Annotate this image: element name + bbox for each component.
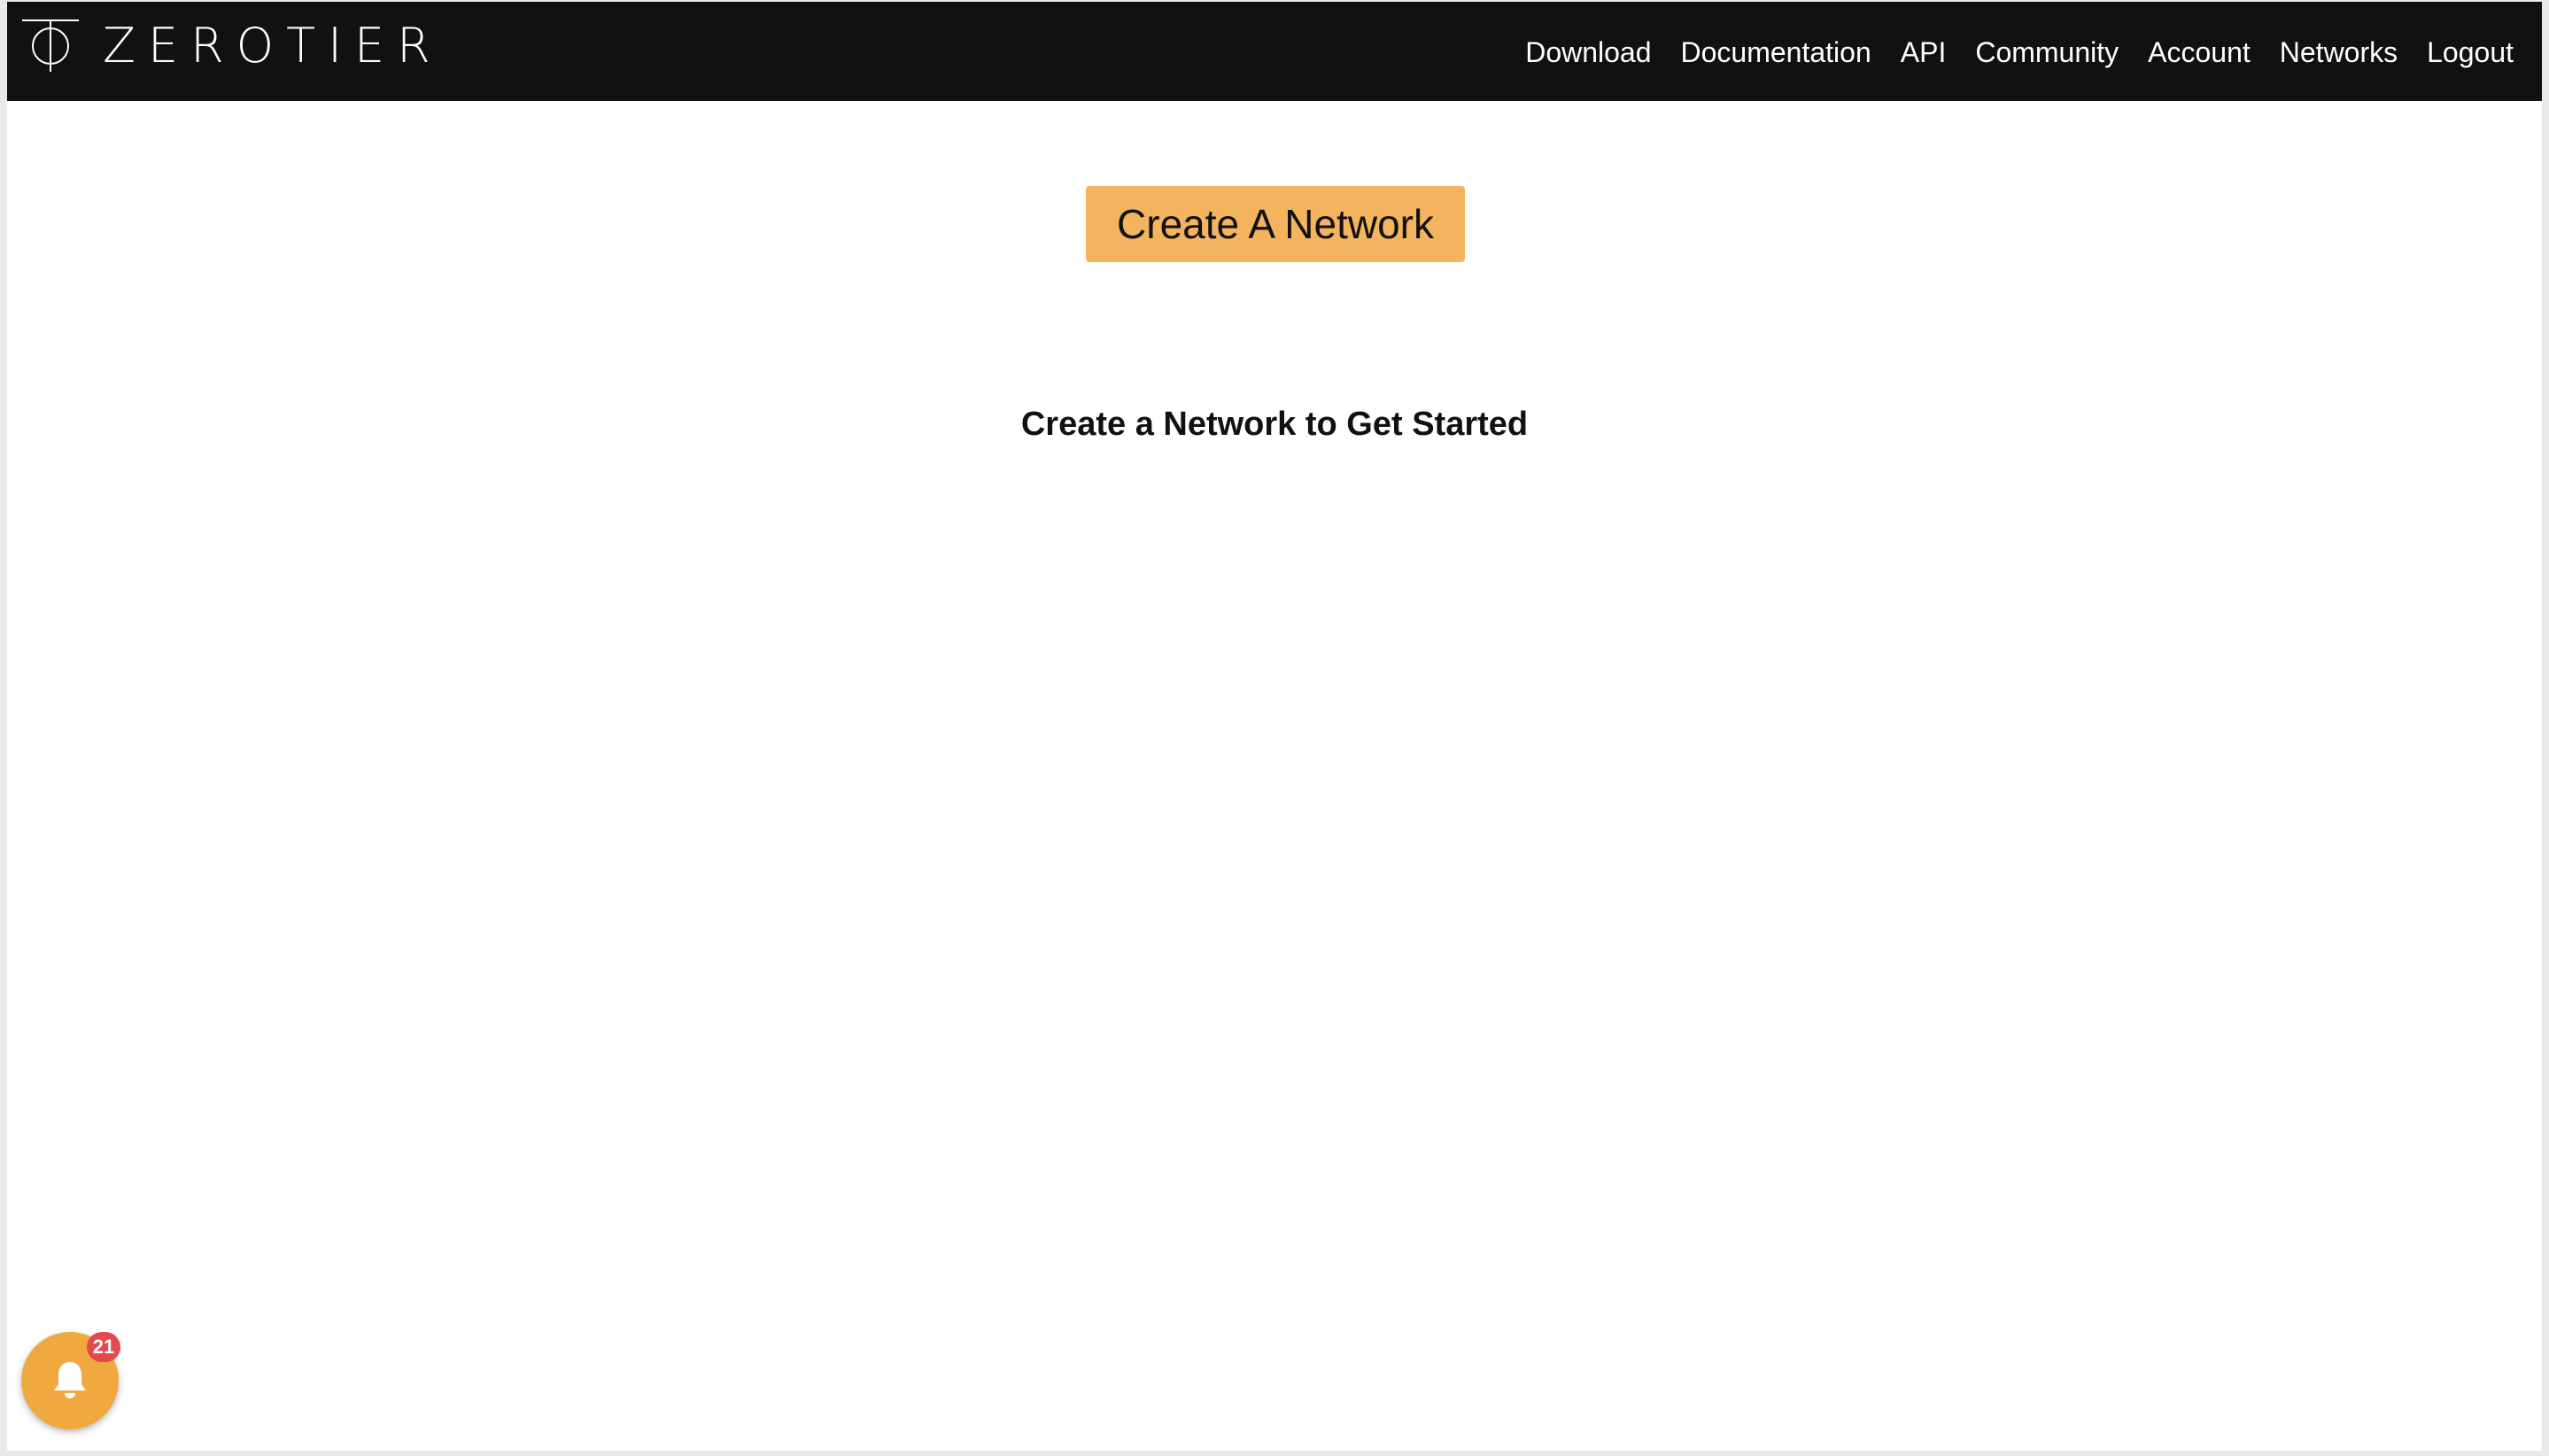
nav-documentation-link[interactable]: Documentation <box>1681 36 1871 69</box>
zerotier-phi-icon <box>22 19 79 72</box>
notification-count-badge: 21 <box>87 1332 120 1362</box>
nav-networks-link[interactable]: Networks <box>2280 36 2398 69</box>
nav-api-link[interactable]: API <box>1901 36 1947 69</box>
bell-icon <box>54 1362 86 1398</box>
brand-name: ZEROTIER <box>103 18 443 74</box>
create-network-button[interactable]: Create A Network <box>1086 186 1465 262</box>
zerotier-logo[interactable]: ZEROTIER <box>21 18 443 74</box>
nav-account-link[interactable]: Account <box>2148 36 2251 69</box>
nav-download-link[interactable]: Download <box>1525 36 1651 69</box>
nav-logout-link[interactable]: Logout <box>2427 36 2514 69</box>
page-frame: ZEROTIER Download Documentation API Comm… <box>7 2 2542 1451</box>
nav-community-link[interactable]: Community <box>1975 36 2119 69</box>
top-navbar: ZEROTIER Download Documentation API Comm… <box>7 2 2542 101</box>
main-nav: Download Documentation API Community Acc… <box>1496 27 2514 78</box>
empty-state-heading: Create a Network to Get Started <box>1020 406 1529 443</box>
